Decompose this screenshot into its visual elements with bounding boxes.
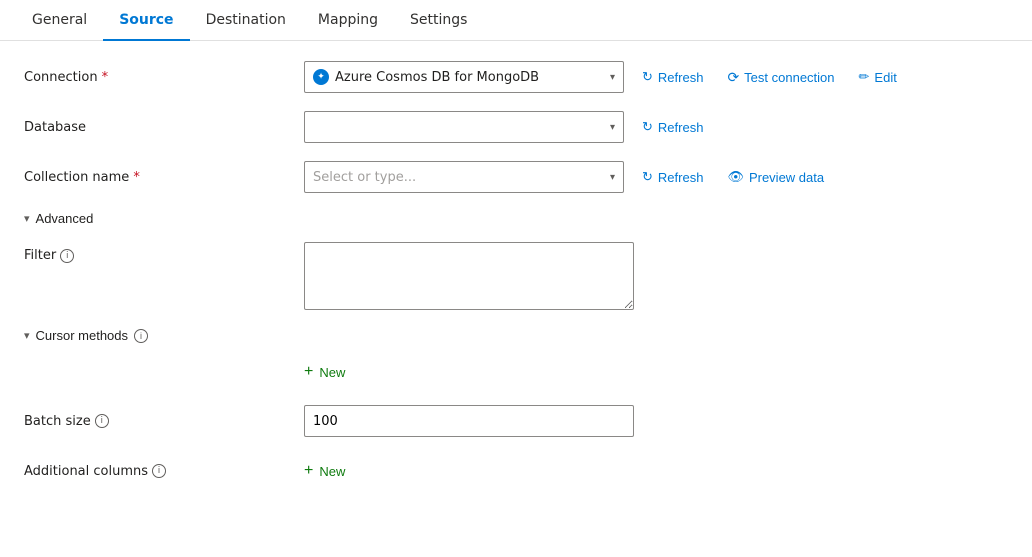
advanced-toggle[interactable]: ▾ Advanced — [24, 211, 93, 226]
filter-row: Filter i — [24, 242, 1008, 310]
preview-data-icon: 👁 — [727, 169, 744, 185]
additional-columns-info-icon[interactable]: i — [152, 464, 166, 478]
collection-name-row: Collection name * Select or type... ▾ ↻ … — [24, 161, 1008, 193]
filter-label: Filter i — [24, 242, 304, 263]
filter-label-text: Filter — [24, 248, 56, 263]
connection-label-text: Connection — [24, 70, 98, 85]
batch-size-controls — [304, 405, 1008, 437]
additional-columns-label-text: Additional columns — [24, 464, 148, 479]
collection-name-label: Collection name * — [24, 170, 304, 185]
batch-size-info-icon[interactable]: i — [95, 414, 109, 428]
database-refresh-label: Refresh — [658, 120, 704, 135]
connection-controls: ✦ Azure Cosmos DB for MongoDB ▾ ↻ Refres… — [304, 61, 1008, 93]
new-cursor-plus-icon: + — [304, 363, 313, 381]
additional-new-plus-icon: + — [304, 462, 313, 480]
collection-chevron-icon: ▾ — [610, 172, 615, 183]
batch-size-input[interactable] — [304, 405, 634, 437]
database-label: Database — [24, 120, 304, 135]
filter-info-icon[interactable]: i — [60, 249, 74, 263]
cursor-methods-toggle[interactable]: ▾ Cursor methods i — [24, 328, 148, 343]
batch-size-row: Batch size i — [24, 405, 1008, 437]
database-dropdown[interactable]: ▾ — [304, 111, 624, 143]
collection-placeholder: Select or type... — [313, 170, 416, 185]
additional-columns-row: Additional columns i + New — [24, 455, 1008, 487]
batch-size-label-text: Batch size — [24, 414, 91, 429]
cosmos-db-icon: ✦ — [313, 69, 329, 85]
cursor-methods-section: ▾ Cursor methods i — [24, 328, 1008, 343]
refresh-icon-3: ↻ — [642, 169, 653, 185]
new-cursor-button[interactable]: + New — [304, 359, 345, 385]
additional-new-label: New — [319, 464, 345, 479]
additional-columns-label: Additional columns i — [24, 464, 304, 479]
connection-dropdown-content: ✦ Azure Cosmos DB for MongoDB — [313, 69, 539, 85]
collection-name-label-text: Collection name — [24, 170, 129, 185]
connection-value: Azure Cosmos DB for MongoDB — [335, 70, 539, 85]
tab-source[interactable]: Source — [103, 0, 189, 40]
cursor-methods-label: Cursor methods — [36, 328, 128, 343]
test-connection-label: Test connection — [744, 70, 834, 85]
database-chevron-icon: ▾ — [610, 122, 615, 133]
collection-dropdown-content: Select or type... — [313, 170, 416, 185]
edit-button[interactable]: ✏ Edit — [853, 65, 903, 89]
collection-controls: Select or type... ▾ ↻ Refresh 👁 Preview … — [304, 161, 1008, 193]
collection-refresh-label: Refresh — [658, 170, 704, 185]
connection-chevron-icon: ▾ — [610, 72, 615, 83]
edit-label: Edit — [874, 70, 896, 85]
tab-destination[interactable]: Destination — [190, 0, 302, 40]
refresh-icon-1: ↻ — [642, 69, 653, 85]
tab-mapping[interactable]: Mapping — [302, 0, 394, 40]
test-connection-button[interactable]: ⟳ Test connection — [721, 65, 840, 90]
advanced-label: Advanced — [36, 211, 94, 226]
additional-columns-controls: + New — [304, 458, 1008, 484]
preview-data-label: Preview data — [749, 170, 824, 185]
database-label-text: Database — [24, 120, 86, 135]
batch-size-label: Batch size i — [24, 414, 304, 429]
connection-refresh-label: Refresh — [658, 70, 704, 85]
edit-pencil-icon: ✏ — [859, 69, 870, 85]
form-area: Connection * ✦ Azure Cosmos DB for Mongo… — [0, 41, 1032, 525]
new-cursor-label: New — [319, 365, 345, 380]
tab-settings[interactable]: Settings — [394, 0, 483, 40]
connection-dropdown[interactable]: ✦ Azure Cosmos DB for MongoDB ▾ — [304, 61, 624, 93]
refresh-icon-2: ↻ — [642, 119, 653, 135]
connection-required-star: * — [102, 70, 109, 85]
connection-row: Connection * ✦ Azure Cosmos DB for Mongo… — [24, 61, 1008, 93]
database-refresh-button[interactable]: ↻ Refresh — [636, 115, 709, 139]
test-connection-icon: ⟳ — [727, 69, 739, 86]
collection-dropdown[interactable]: Select or type... ▾ — [304, 161, 624, 193]
collection-refresh-button[interactable]: ↻ Refresh — [636, 165, 709, 189]
tabs-bar: General Source Destination Mapping Setti… — [0, 0, 1032, 41]
database-row: Database ▾ ↻ Refresh — [24, 111, 1008, 143]
filter-textarea[interactable] — [304, 242, 634, 310]
connection-refresh-button[interactable]: ↻ Refresh — [636, 65, 709, 89]
database-controls: ▾ ↻ Refresh — [304, 111, 1008, 143]
additional-columns-new-button[interactable]: + New — [304, 458, 345, 484]
cursor-methods-info-icon[interactable]: i — [134, 329, 148, 343]
cursor-chevron-icon: ▾ — [24, 329, 30, 342]
advanced-chevron-icon: ▾ — [24, 212, 30, 225]
tab-general[interactable]: General — [16, 0, 103, 40]
preview-data-button[interactable]: 👁 Preview data — [721, 165, 830, 189]
collection-required-star: * — [133, 170, 140, 185]
connection-label: Connection * — [24, 70, 304, 85]
